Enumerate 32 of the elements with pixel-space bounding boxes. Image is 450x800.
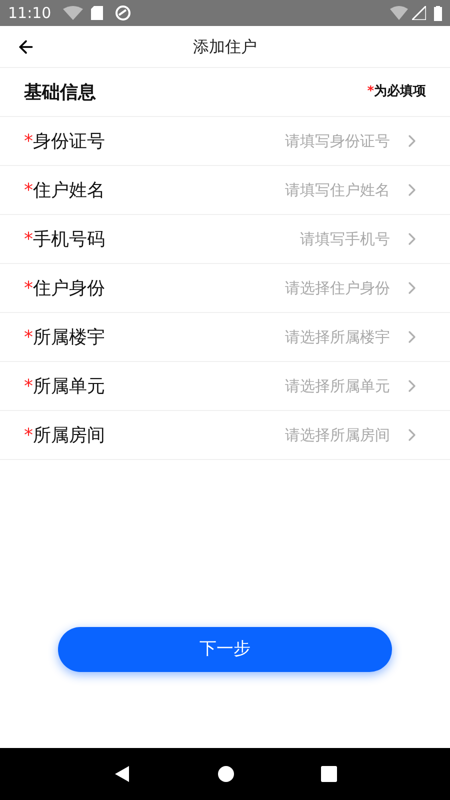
- required-note: *为必填项: [367, 82, 426, 102]
- form-row[interactable]: *所属楼宇 请选择所属楼宇: [0, 313, 450, 362]
- field-label: *住户身份: [24, 276, 105, 300]
- input-field[interactable]: 请填写身份证号: [105, 130, 390, 152]
- wifi-icon: [63, 6, 84, 20]
- field-label: *身份证号: [24, 130, 105, 154]
- signal-icon: [412, 6, 426, 20]
- sd-card-icon: [91, 6, 104, 20]
- status-time: 11:10: [8, 2, 52, 24]
- input-field[interactable]: 请选择住户身份: [105, 276, 390, 300]
- home-circle-icon[interactable]: [217, 765, 235, 783]
- input-field[interactable]: 请选择所属单元: [105, 374, 390, 398]
- field-label: *所属楼宇: [24, 326, 105, 350]
- form-row[interactable]: *手机号码 请填写手机号: [0, 215, 450, 264]
- back-triangle-icon[interactable]: [113, 765, 131, 783]
- form-row[interactable]: *住户身份 请选择住户身份: [0, 264, 450, 313]
- page-title: 添加住户: [193, 36, 257, 58]
- next-button[interactable]: 下一步: [58, 627, 392, 672]
- input-field[interactable]: 请选择所属房间: [105, 424, 390, 446]
- field-label: *所属单元: [24, 374, 105, 398]
- section-title: 基础信息: [24, 80, 96, 104]
- form-row[interactable]: *住户姓名 请填写住户姓名: [0, 166, 450, 215]
- battery-icon: [434, 6, 442, 20]
- form-row[interactable]: *所属房间 请选择所属房间: [0, 411, 450, 460]
- input-field[interactable]: 请填写手机号: [105, 228, 390, 250]
- input-field[interactable]: 请填写住户姓名: [105, 178, 390, 202]
- form-row[interactable]: *身份证号 请填写身份证号: [0, 117, 450, 166]
- field-label: *手机号码: [24, 228, 105, 252]
- field-label: *住户姓名: [24, 178, 105, 202]
- field-label: *所属房间: [24, 424, 105, 448]
- input-field[interactable]: 请选择所属楼宇: [105, 326, 390, 348]
- form-row[interactable]: *所属单元 请选择所属单元: [0, 362, 450, 411]
